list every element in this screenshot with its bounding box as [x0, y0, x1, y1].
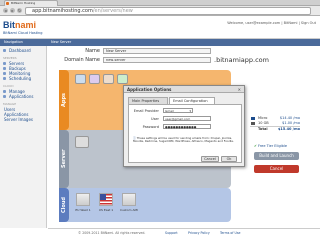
domain-label: Domain Name [64, 57, 100, 63]
user-label: User [151, 117, 159, 121]
sidebar-group-title: Manage [3, 102, 17, 106]
application-options-dialog: Application Options ✕ Main Properties Em… [123, 85, 245, 167]
cloud-band-label: Cloud [59, 188, 69, 222]
apps-icon [3, 95, 6, 98]
section-left-title: Navigation [4, 40, 23, 44]
tab-title: BitNami Hosting [11, 1, 36, 5]
free-tier-link[interactable]: ✔ Free Tier Eligible [254, 144, 287, 148]
sidebar-item-cloud-applications[interactable]: Applications [0, 94, 46, 99]
region-label: EU West 1 [75, 208, 91, 212]
user-links[interactable]: Welcome, user@example.com | BitNami | Si… [227, 21, 316, 25]
dashboard-icon [3, 49, 6, 52]
cancel-button[interactable]: Cancel [201, 156, 219, 162]
server-band-label: Server [59, 130, 69, 188]
dialog-title: Application Options [127, 87, 172, 92]
cpu-icon [251, 117, 255, 120]
custom-ami-icon[interactable] [122, 193, 136, 206]
close-icon[interactable]: ✕ [238, 86, 241, 93]
domain-input[interactable]: new-server [103, 57, 211, 63]
region-label: Custom AMI [120, 208, 138, 212]
us-flag-icon[interactable] [99, 193, 113, 206]
sidebar-item-scheduling[interactable]: Scheduling [0, 76, 46, 81]
cloud-band: Cloud EU West 1 US East 1 Custom AMI [59, 188, 231, 222]
url-input[interactable]: app.bitnamihosting.com/en/servers/new [25, 7, 311, 15]
name-label: Name [85, 48, 100, 54]
cloud-icon [3, 90, 6, 93]
site-header: Bitnami Welcome, user@example.com | BitN… [0, 17, 320, 39]
cost-summary: Micro $14.40 /mo 10 GB $1.00 /mo Total $15.… [250, 116, 300, 131]
section-right-title: New Server [51, 40, 72, 44]
footer: © 2009-2011 BitNami. All rights reserved… [48, 228, 320, 240]
bitnami-logo[interactable]: Bitnami [3, 20, 36, 30]
tab-email-configuration[interactable]: Email Configuration [169, 97, 215, 104]
tab-main-properties[interactable]: Main Properties [128, 97, 168, 104]
sidebar-item-dashboard[interactable]: Dashboard [0, 48, 46, 53]
subnav-link[interactable]: BitNami Cloud Hosting [3, 31, 43, 35]
dialog-title-bar: Application Options ✕ [124, 86, 244, 93]
footer-link-support[interactable]: Support [165, 229, 178, 237]
app-icon[interactable] [117, 74, 128, 84]
reload-icon[interactable]: ↻ [17, 8, 22, 13]
ok-button[interactable]: Ok [221, 156, 237, 162]
clock-icon [3, 77, 6, 80]
sidebar-item-server-images[interactable]: Server Images [0, 117, 46, 122]
section-bar: Navigation New Server [0, 39, 320, 46]
sidebar: Dashboard Servers Servers Backups Monito… [0, 46, 47, 228]
monitor-icon [3, 72, 6, 75]
email-note: ⓘ These settings will be used for sendin… [133, 136, 234, 144]
email-provider-label: Email Provider [133, 109, 159, 113]
forward-icon[interactable]: ▸ [10, 8, 15, 13]
app-icon[interactable] [103, 74, 114, 84]
url-path: /en/servers/new [92, 8, 133, 14]
back-icon[interactable]: ◂ [3, 8, 8, 13]
apps-band-label: Apps [59, 70, 69, 130]
password-label: Password [142, 125, 159, 129]
app-icon[interactable] [75, 74, 86, 84]
server-icon[interactable] [75, 136, 89, 148]
favicon-icon [6, 2, 9, 5]
chevron-down-icon: ▾ [189, 109, 191, 113]
server-icon [3, 62, 6, 65]
browser-window: BitNami Hosting ◂ ▸ ↻ app.bitnamihosting… [0, 0, 320, 240]
app-icon[interactable] [89, 74, 100, 84]
backup-icon [3, 67, 6, 70]
cost-total-row: Total $15.40 /mo [250, 126, 300, 131]
region-label: US East 1 [98, 208, 114, 212]
password-field[interactable]: ●●●●●●●●●●●● [163, 124, 211, 129]
address-bar-area: ◂ ▸ ↻ app.bitnamihosting.com/en/servers/… [0, 6, 320, 16]
build-launch-button[interactable]: Build and Launch [254, 152, 299, 160]
name-input[interactable]: New Server [103, 48, 211, 54]
sidebar-group-title: Cloud [3, 84, 14, 88]
url-host: app.bitnamihosting.com [32, 8, 93, 14]
copyright: © 2009-2011 BitNami. All rights reserved… [78, 231, 146, 235]
domain-suffix: .bitnamiapp.com [214, 56, 269, 64]
dialog-body: Email Provider Gmail ▾ User user@gmail.co… [128, 104, 242, 163]
user-field[interactable]: user@gmail.com [163, 116, 211, 121]
footer-link-terms[interactable]: Terms of Use [220, 229, 240, 237]
region-eu-icon[interactable] [76, 193, 90, 206]
footer-link-privacy[interactable]: Privacy Policy [188, 229, 210, 237]
sidebar-group-title: Servers [3, 56, 17, 60]
disk-icon [251, 122, 255, 125]
cancel-server-button[interactable]: Cancel [254, 165, 299, 173]
email-provider-select[interactable]: Gmail ▾ [163, 108, 193, 113]
